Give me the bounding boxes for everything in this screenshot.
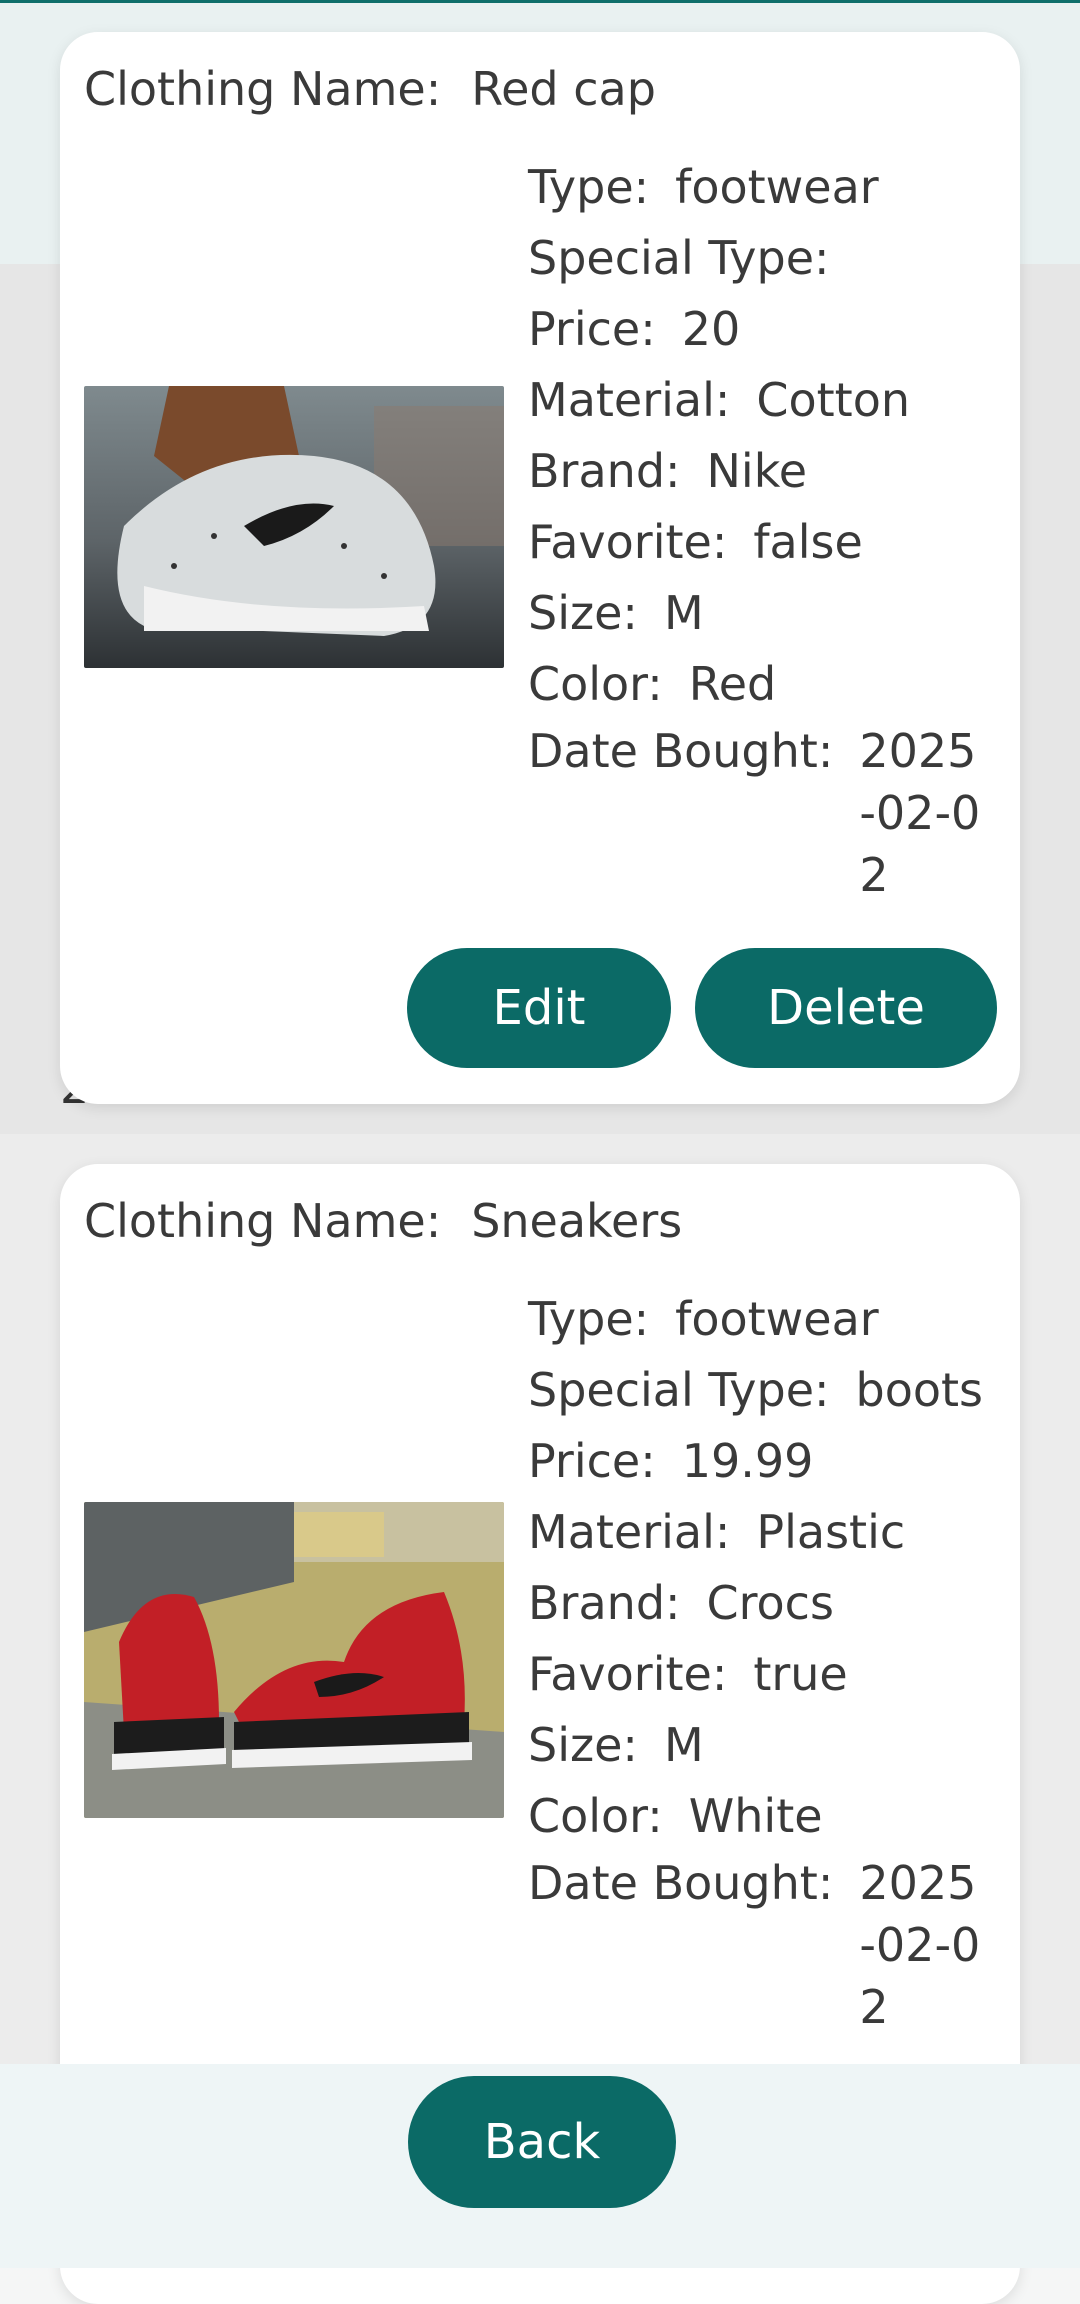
size-label: Size: (528, 586, 638, 640)
clothing-name-row: Clothing Name: Sneakers (84, 1194, 682, 1248)
color-label: Color: (528, 1789, 663, 1843)
color-value: White (688, 1789, 823, 1843)
material-value: Plastic (756, 1505, 906, 1559)
type-value: footwear (675, 1292, 879, 1346)
favorite-value: false (753, 515, 863, 569)
size-value: M (663, 1718, 704, 1772)
price-label: Price: (528, 302, 656, 356)
material-value: Cotton (756, 373, 911, 427)
date-bought-label: Date Bought: (528, 1856, 834, 1910)
date-bought-value: 2025-02-02 (859, 724, 981, 902)
clothing-image (84, 386, 504, 668)
price-label: Price: (528, 1434, 656, 1488)
color-value: Red (688, 657, 777, 711)
special-type-label: Special Type: (528, 1363, 830, 1417)
price-value: 20 (681, 302, 741, 356)
price-value: 19.99 (681, 1434, 814, 1488)
special-type-label: Special Type: (528, 231, 830, 285)
clothing-name-label: Clothing Name: (84, 62, 442, 116)
clothing-name-value: Sneakers (471, 1194, 683, 1248)
clothing-name-value: Red cap (471, 62, 656, 116)
favorite-label: Favorite: (528, 515, 728, 569)
delete-button[interactable]: Delete (695, 948, 997, 1068)
clothing-card: Clothing Name: Red cap Type: footwear Spec… (60, 32, 1020, 1104)
brand-value: Nike (706, 444, 808, 498)
brand-label: Brand: (528, 1576, 681, 1630)
size-value: M (663, 586, 704, 640)
edit-button[interactable]: Edit (407, 948, 671, 1068)
date-bought-label: Date Bought: (528, 724, 834, 778)
color-label: Color: (528, 657, 663, 711)
clothing-image (84, 1502, 504, 1818)
clothing-name-label: Clothing Name: (84, 1194, 442, 1248)
size-label: Size: (528, 1718, 638, 1772)
back-button[interactable]: Back (408, 2076, 676, 2208)
date-bought-value: 2025-02-02 (859, 1856, 981, 2034)
type-label: Type: (528, 160, 650, 214)
clothing-name-row: Clothing Name: Red cap (84, 62, 656, 116)
material-label: Material: (528, 1505, 731, 1559)
type-label: Type: (528, 1292, 650, 1346)
material-label: Material: (528, 373, 731, 427)
brand-label: Brand: (528, 444, 681, 498)
clothing-details: Type: footwear Special Type: Price: 20 Mat… (528, 152, 989, 906)
brand-value: Crocs (706, 1576, 834, 1630)
clothing-details: Type: footwear Special Type: boots Price: 1… (528, 1284, 989, 2038)
favorite-value: true (753, 1647, 848, 1701)
favorite-label: Favorite: (528, 1647, 728, 1701)
special-type-value: boots (855, 1363, 984, 1417)
type-value: footwear (675, 160, 879, 214)
